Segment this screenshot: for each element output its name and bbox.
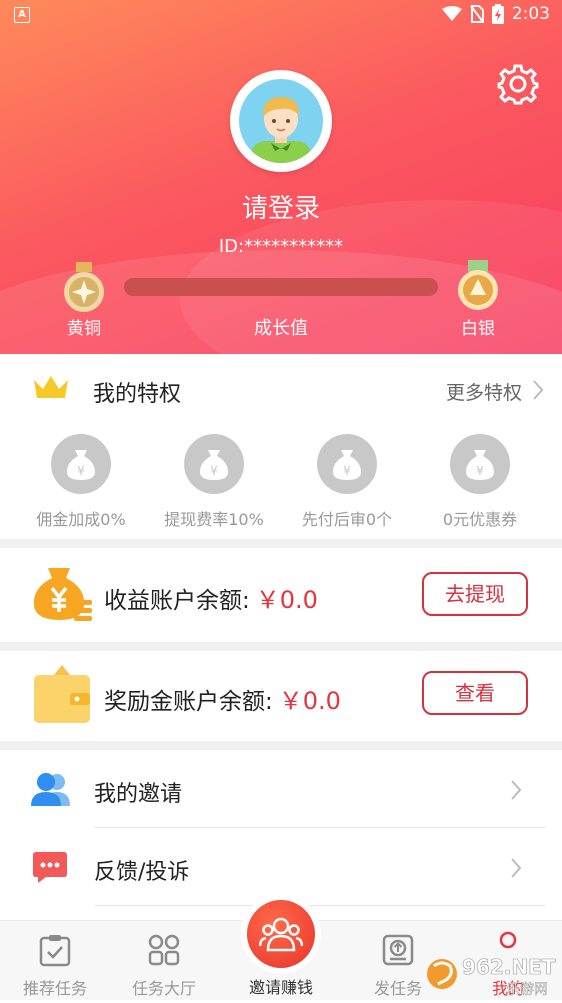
chevron-right-icon (511, 858, 522, 878)
privilege-item[interactable]: ¥ 0元优惠券 (415, 430, 545, 530)
menu-item-feedback[interactable]: 反馈/投诉 (0, 828, 562, 906)
invite-earn-button[interactable] (247, 900, 315, 968)
earnings-value: ￥0.0 (255, 586, 318, 614)
privileges-header: 我的特权 更多特权 (0, 354, 562, 424)
growth-progress-bar (124, 278, 438, 296)
reward-balance: 奖励金账户余额: ￥0.0 (104, 681, 341, 716)
login-link[interactable]: 请登录 (0, 188, 562, 225)
money-bag-icon: ¥ (450, 434, 510, 494)
avatar[interactable] (230, 70, 332, 172)
notification-icon: A (14, 7, 30, 23)
svg-text:¥: ¥ (476, 464, 484, 478)
user-avatar-icon (251, 97, 311, 163)
section-divider (0, 642, 562, 651)
svg-text:962.NET: 962.NET (462, 955, 556, 979)
settings-gear-icon[interactable] (496, 62, 540, 106)
privilege-label: 佣金加成0% (36, 510, 126, 529)
avatar-image (239, 79, 323, 163)
crown-icon (34, 376, 68, 398)
grid-icon (148, 934, 180, 966)
no-sim-icon (470, 5, 484, 23)
tab-task-hall[interactable]: 任务大厅 (114, 921, 214, 1000)
menu-item-invites[interactable]: 我的邀请 (0, 750, 562, 828)
profile-header: A 2:03 请登录 ID:*********** 黄铜 成长值 白银 (0, 0, 562, 354)
privilege-label: 提现费率10% (164, 510, 264, 529)
privileges-list: ¥ 佣金加成0% ¥ 提现费率10% ¥ 先付后审0个 ¥ 0元优惠券 (0, 430, 562, 530)
clock: 2:03 (511, 4, 550, 24)
battery-icon (491, 4, 504, 24)
svg-text:¥: ¥ (210, 464, 218, 478)
user-id: ID:*********** (218, 236, 344, 257)
chat-icon (33, 852, 67, 883)
earnings-account-row: 收益账户余额: ￥0.0 去提现 (0, 548, 562, 642)
menu-item-label: 反馈/投诉 (94, 860, 190, 885)
reward-account-row: 奖励金账户余额: ￥0.0 查看 (0, 651, 562, 745)
menu-item-label: 我的邀请 (94, 782, 183, 807)
wifi-icon (441, 6, 462, 21)
more-privileges-link[interactable]: 更多特权 (446, 378, 522, 405)
privileges-title: 我的特权 (93, 382, 182, 407)
money-bag-icon: ¥ (184, 434, 244, 494)
earnings-balance: 收益账户余额: ￥0.0 (104, 580, 318, 615)
clipboard-check-icon (39, 935, 71, 967)
list-separator (94, 905, 546, 906)
bronze-medal-icon (64, 262, 104, 312)
view-button[interactable]: 查看 (422, 671, 528, 715)
tab-label: 推荐任务 (22, 979, 87, 998)
watermark-logo: 962.NET 乐游网 (427, 955, 556, 998)
privilege-item[interactable]: ¥ 先付后审0个 (282, 430, 412, 530)
money-bag-icon: ¥ (51, 434, 111, 494)
invite-earn-label: 邀请赚钱 (248, 978, 313, 997)
withdraw-button[interactable]: 去提现 (422, 572, 528, 616)
users-icon (31, 773, 70, 806)
status-bar: A 2:03 (0, 0, 562, 30)
privilege-label: 0元优惠券 (442, 510, 518, 529)
svg-text:¥: ¥ (343, 464, 351, 478)
chevron-right-icon[interactable] (530, 378, 546, 402)
wallet-icon (34, 665, 90, 723)
silver-medal-icon (458, 260, 498, 310)
section-divider (0, 741, 562, 750)
tab-recommended[interactable]: 推荐任务 (5, 921, 105, 1000)
level-next-label: 白银 (461, 319, 495, 339)
privilege-item[interactable]: ¥ 佣金加成0% (16, 430, 146, 530)
privilege-label: 先付后审0个 (301, 510, 393, 529)
upload-icon (382, 934, 414, 966)
earnings-label: 收益账户余额: (104, 588, 250, 614)
reward-label: 奖励金账户余额: (104, 689, 273, 715)
invite-icon (259, 917, 303, 952)
svg-text:乐游网: 乐游网 (506, 982, 548, 998)
section-divider (0, 539, 562, 548)
money-bag-icon: ¥ (317, 434, 377, 494)
chevron-right-icon (511, 780, 522, 800)
tab-label: 任务大厅 (131, 979, 196, 998)
svg-text:¥: ¥ (77, 464, 85, 478)
money-bag-icon (33, 568, 92, 621)
site-watermark: 962.NET 乐游网 (424, 950, 562, 999)
reward-value: ￥0.0 (278, 687, 341, 715)
privilege-item[interactable]: ¥ 提现费率10% (149, 430, 279, 530)
